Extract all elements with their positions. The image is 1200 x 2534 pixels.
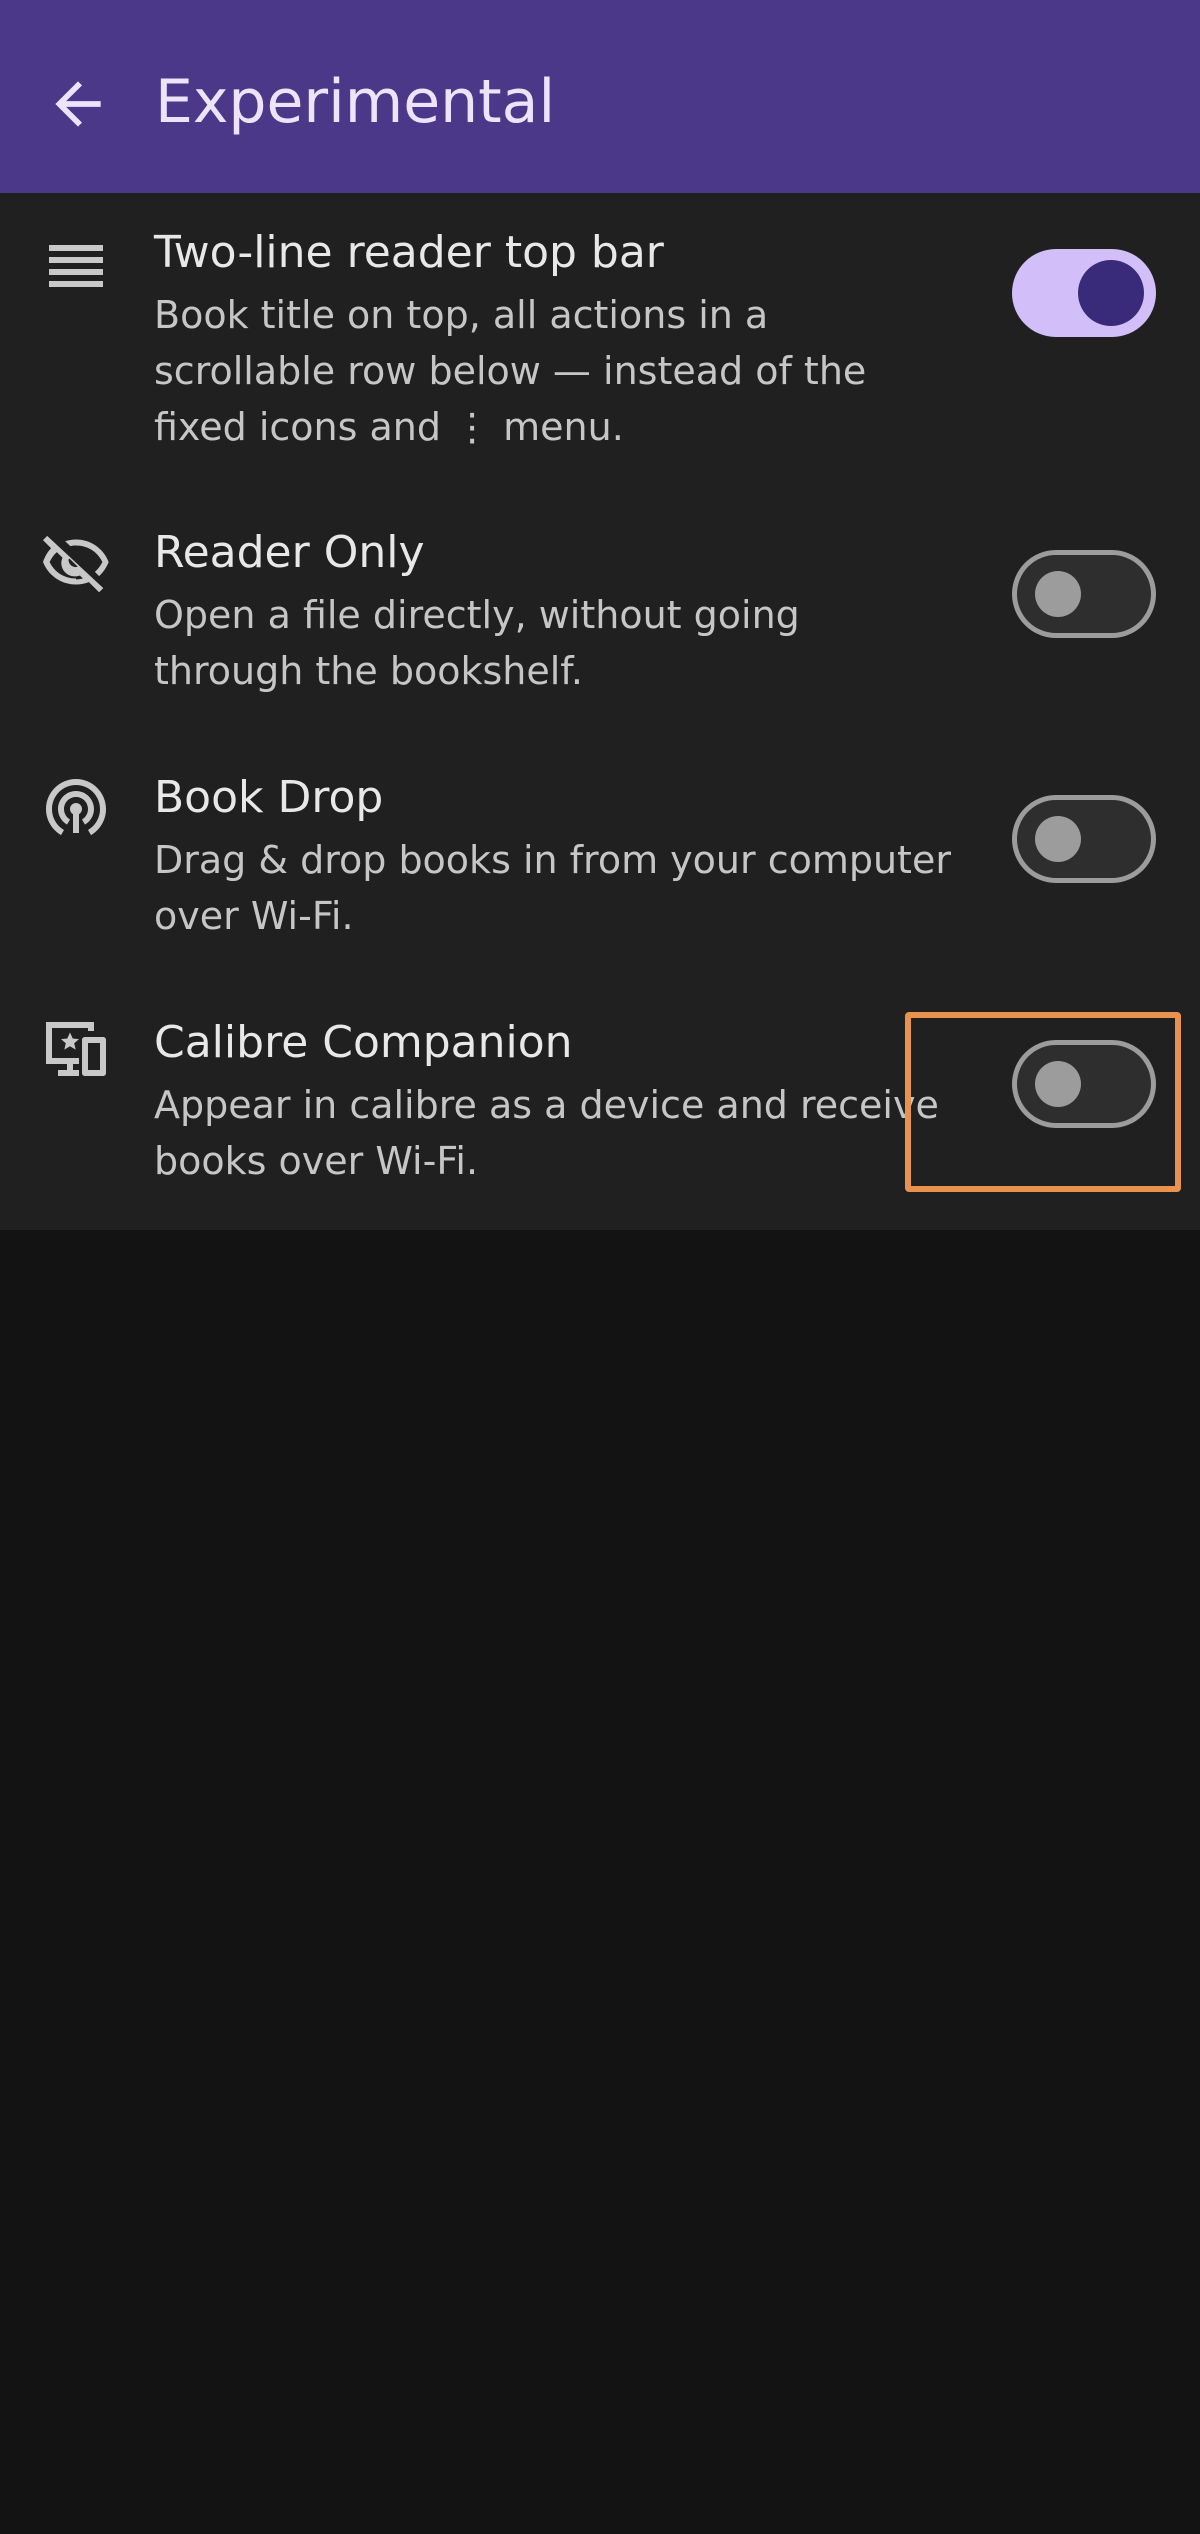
setting-calibre-companion[interactable]: Calibre Companion Appear in calibre as a… [0,983,1200,1230]
setting-book-drop[interactable]: Book Drop Drag & drop books in from your… [0,738,1200,983]
setting-two-line-top-bar[interactable]: Two-line reader top bar Book title on to… [0,193,1200,493]
toggle-knob [1035,1061,1081,1107]
setting-description: Appear in calibre as a device and receiv… [154,1083,939,1183]
toggle-knob [1035,816,1081,862]
wifi-broadcast-icon [40,770,112,842]
eye-off-icon [40,526,112,598]
back-button[interactable] [44,70,112,138]
devices-star-icon [40,1013,112,1085]
app-bar: Experimental [0,0,1200,193]
book-drop-toggle[interactable] [1012,795,1156,883]
setting-description: Book title on top, all actions in a scro… [154,293,867,449]
setting-description: Drag & drop books in from your computer … [154,838,951,938]
calibre-companion-toggle[interactable] [1012,1040,1156,1128]
toggle-knob [1035,571,1081,617]
settings-list: Two-line reader top bar Book title on to… [0,193,1200,1230]
page-title: Experimental [155,67,556,137]
setting-title: Book Drop [154,772,384,823]
two-line-top-bar-toggle[interactable] [1012,249,1156,337]
reader-only-toggle[interactable] [1012,550,1156,638]
setting-title: Two-line reader top bar [154,227,664,278]
arrow-back-icon [55,81,101,127]
setting-title: Calibre Companion [154,1017,573,1068]
setting-description: Open a file directly, without going thro… [154,593,800,693]
setting-reader-only[interactable]: Reader Only Open a file directly, withou… [0,493,1200,738]
toggle-knob [1078,260,1144,326]
setting-title: Reader Only [154,527,425,578]
lines-icon [40,233,112,305]
